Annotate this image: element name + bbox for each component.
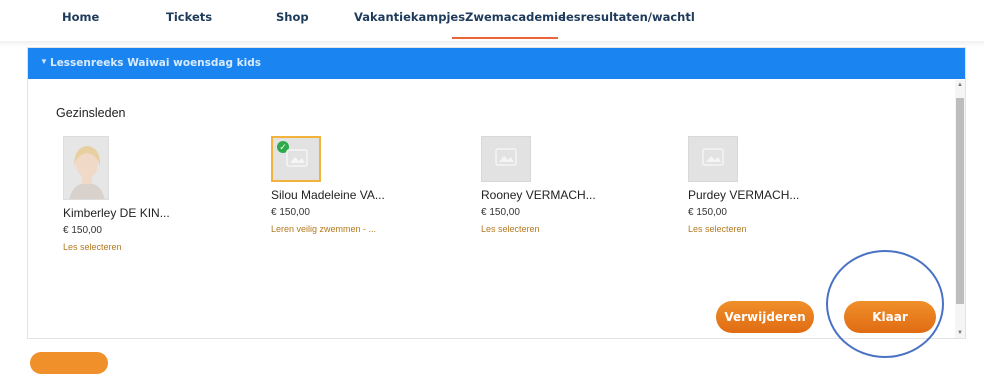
member-price: € 150,00 — [271, 207, 310, 218]
member-photo-placeholder — [481, 136, 531, 182]
member-name: Purdey VERMACH... — [688, 188, 800, 202]
family-member-card[interactable]: Purdey VERMACH... € 150,00 Les selectere… — [688, 136, 878, 234]
member-photo — [63, 136, 109, 200]
image-placeholder-icon — [702, 148, 724, 166]
scroll-down-icon[interactable]: ▼ — [957, 330, 963, 336]
caret-down-icon: ▼ — [40, 57, 48, 66]
tab-lesresultaten[interactable]: lesresultaten/wachtl — [562, 10, 695, 24]
member-price: € 150,00 — [481, 207, 520, 218]
select-lesson-link[interactable]: Les selecteren — [481, 224, 671, 234]
panel-title: Lessenreeks Waiwai woensdag kids — [50, 57, 262, 69]
member-price: € 150,00 — [63, 225, 102, 236]
select-lesson-link[interactable]: Les selecteren — [688, 224, 878, 234]
active-tab-indicator — [452, 37, 558, 39]
image-placeholder-icon — [286, 149, 308, 167]
family-member-card[interactable]: ✓ Silou Madeleine VA... € 150,00 Leren v… — [271, 136, 461, 234]
select-lesson-link[interactable]: Les selecteren — [63, 242, 253, 252]
member-name: Silou Madeleine VA... — [271, 188, 385, 202]
highlight-circle — [826, 250, 944, 358]
tab-vakantiekampjes[interactable]: Vakantiekampjes — [354, 10, 465, 24]
remove-button[interactable]: Verwijderen — [716, 301, 814, 333]
member-name: Kimberley DE KIN... — [63, 206, 170, 220]
family-member-card[interactable]: Kimberley DE KIN... € 150,00 Les selecte… — [63, 136, 253, 252]
tab-zwemacademie[interactable]: Zwemacademie — [465, 10, 566, 24]
scrollbar-thumb[interactable] — [956, 98, 964, 304]
panel-header[interactable]: ▼ Lessenreeks Waiwai woensdag kids — [28, 48, 965, 79]
tab-tickets[interactable]: Tickets — [166, 10, 212, 24]
section-title: Gezinsleden — [56, 106, 126, 120]
scroll-up-icon[interactable]: ▲ — [957, 82, 963, 88]
member-photo-placeholder — [688, 136, 738, 182]
lesson-series-panel: ▼ Lessenreeks Waiwai woensdag kids Gezin… — [27, 47, 966, 339]
member-photo-placeholder: ✓ — [271, 136, 321, 182]
portrait-image — [64, 137, 108, 199]
member-name: Rooney VERMACH... — [481, 188, 596, 202]
image-placeholder-icon — [495, 148, 517, 166]
family-member-card[interactable]: Rooney VERMACH... € 150,00 Les selectere… — [481, 136, 671, 234]
selected-lesson-link[interactable]: Leren veilig zwemmen - ... — [271, 224, 461, 234]
top-navigation: Home Tickets Shop Vakantiekampjes Zwemac… — [0, 0, 984, 40]
tab-home[interactable]: Home — [62, 10, 99, 24]
bottom-button-partial[interactable] — [30, 352, 108, 374]
vertical-scrollbar[interactable]: ▲ ▼ — [955, 80, 965, 338]
member-price: € 150,00 — [688, 207, 727, 218]
tab-shop[interactable]: Shop — [276, 10, 309, 24]
